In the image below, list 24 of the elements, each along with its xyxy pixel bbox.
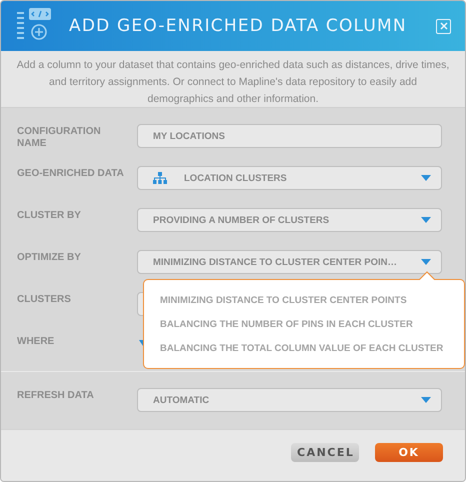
field-label: GEO-ENRICHED DATA	[17, 167, 125, 180]
cancel-button[interactable]: CANCEL	[291, 443, 359, 462]
dropdown[interactable]: AUTOMATIC	[137, 388, 442, 412]
field-label: CLUSTER BY	[17, 209, 82, 222]
input-field[interactable]: MY LOCATIONS	[137, 124, 442, 148]
close-icon[interactable]	[436, 18, 451, 34]
dropdown-option[interactable]: MINIMIZING DISTANCE TO CLUSTER CENTER POINTS	[144, 290, 464, 314]
field-label: REFRESH DATA	[17, 389, 95, 402]
caret-icon	[421, 397, 431, 403]
dialog-description: Add a column to your dataset that contains geo-enriched data such as distances, drive times, and territory assignments. Or connect to Mapline's data repository to easily add demographics and other information.	[1, 51, 465, 108]
field-label: CONFIGURATION NAME	[17, 125, 102, 150]
dropdown[interactable]: LOCATION CLUSTERS	[137, 166, 442, 190]
caret-icon	[421, 259, 431, 265]
field-label: OPTIMIZE BY	[17, 251, 82, 264]
dropdown-option[interactable]: BALANCING THE TOTAL COLUMN VALUE OF EACH CLUSTER	[144, 338, 464, 362]
field-label: CLUSTERS	[17, 293, 72, 306]
dialog-title: ADD GEO-ENRICHED DATA COLUMN	[69, 16, 408, 36]
field-label: WHERE	[17, 335, 56, 348]
dropdown[interactable]: PROVIDING A NUMBER OF CLUSTERS	[137, 208, 442, 232]
hierarchy-icon	[153, 172, 167, 184]
dropdown-option[interactable]: BALANCING THE NUMBER OF PINS IN EACH CLUSTER	[144, 314, 464, 338]
caret-icon	[421, 217, 431, 223]
caret-icon	[421, 175, 431, 181]
ok-button[interactable]: OK	[375, 443, 443, 462]
